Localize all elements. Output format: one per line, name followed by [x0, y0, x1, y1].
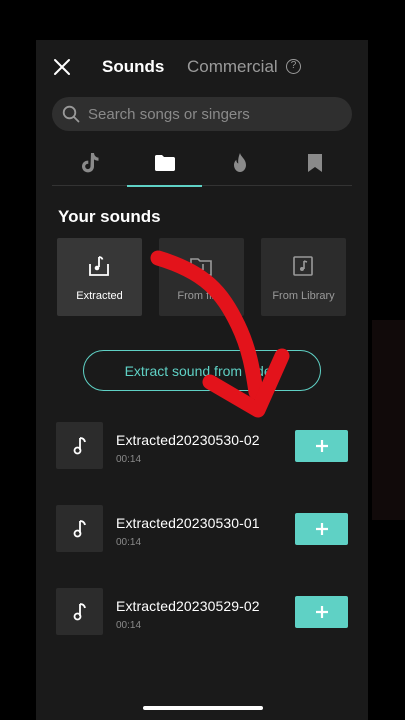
left-letterbox: [0, 0, 36, 720]
tab-tiktok[interactable]: [52, 140, 127, 186]
sound-duration: 00:14: [116, 537, 142, 548]
search-bar[interactable]: [52, 97, 352, 131]
header: Sounds Commercial ?: [36, 40, 368, 95]
sound-item[interactable]: Extracted20230529-02 00:14: [56, 588, 348, 636]
tab-favorites[interactable]: [277, 140, 352, 186]
tile-from-files[interactable]: From files: [159, 238, 244, 316]
tile-extracted[interactable]: Extracted: [57, 238, 142, 316]
sound-name: Extracted20230530-02: [116, 432, 260, 448]
flame-icon: [233, 153, 246, 172]
add-sound-button[interactable]: [295, 430, 348, 462]
tab-folder[interactable]: [127, 140, 202, 187]
plus-icon: [315, 523, 328, 535]
folder-music-icon: [190, 258, 212, 276]
search-input[interactable]: [88, 97, 338, 131]
sound-thumbnail: [56, 505, 103, 552]
tile-label: From files: [177, 290, 226, 302]
tile-label: Extracted: [76, 290, 123, 302]
close-icon: [54, 59, 70, 75]
add-sound-button[interactable]: [295, 513, 348, 545]
folder-icon: [154, 155, 175, 171]
sound-duration: 00:14: [116, 620, 142, 631]
sound-thumbnail: [56, 588, 103, 635]
music-note-icon: [73, 602, 86, 620]
plus-icon: [315, 606, 328, 618]
tile-from-library[interactable]: From Library: [261, 238, 346, 316]
extract-icon: [89, 256, 109, 276]
bookmark-icon: [307, 154, 322, 172]
sound-name: Extracted20230530-01: [116, 515, 260, 531]
add-sound-button[interactable]: [295, 596, 348, 628]
your-sounds-title: Your sounds: [58, 207, 161, 226]
sound-name: Extracted20230529-02: [116, 598, 260, 614]
plus-icon: [315, 440, 328, 452]
extract-sound-button[interactable]: Extract sound from video: [83, 350, 321, 391]
category-tabs: [52, 140, 352, 187]
sound-duration: 00:14: [116, 454, 142, 465]
sound-item[interactable]: Extracted20230530-02 00:14: [56, 422, 348, 470]
help-icon[interactable]: ?: [286, 59, 301, 74]
tab-sounds[interactable]: Sounds: [102, 57, 164, 77]
close-button[interactable]: [52, 57, 72, 77]
library-music-icon: [293, 256, 313, 276]
tiktok-icon: [81, 153, 98, 173]
sounds-screen: Sounds Commercial ? Search songs or sing…: [36, 40, 368, 720]
tile-label: From Library: [272, 290, 335, 302]
search-icon: [62, 105, 80, 123]
home-indicator[interactable]: [143, 706, 263, 710]
tab-commercial[interactable]: Commercial: [187, 57, 278, 77]
background-tint: [372, 320, 405, 520]
sound-item[interactable]: Extracted20230530-01 00:14: [56, 505, 348, 553]
music-note-icon: [73, 519, 86, 537]
sound-thumbnail: [56, 422, 103, 469]
tab-trending[interactable]: [202, 140, 277, 186]
right-letterbox: [368, 0, 405, 720]
music-note-icon: [73, 436, 86, 454]
